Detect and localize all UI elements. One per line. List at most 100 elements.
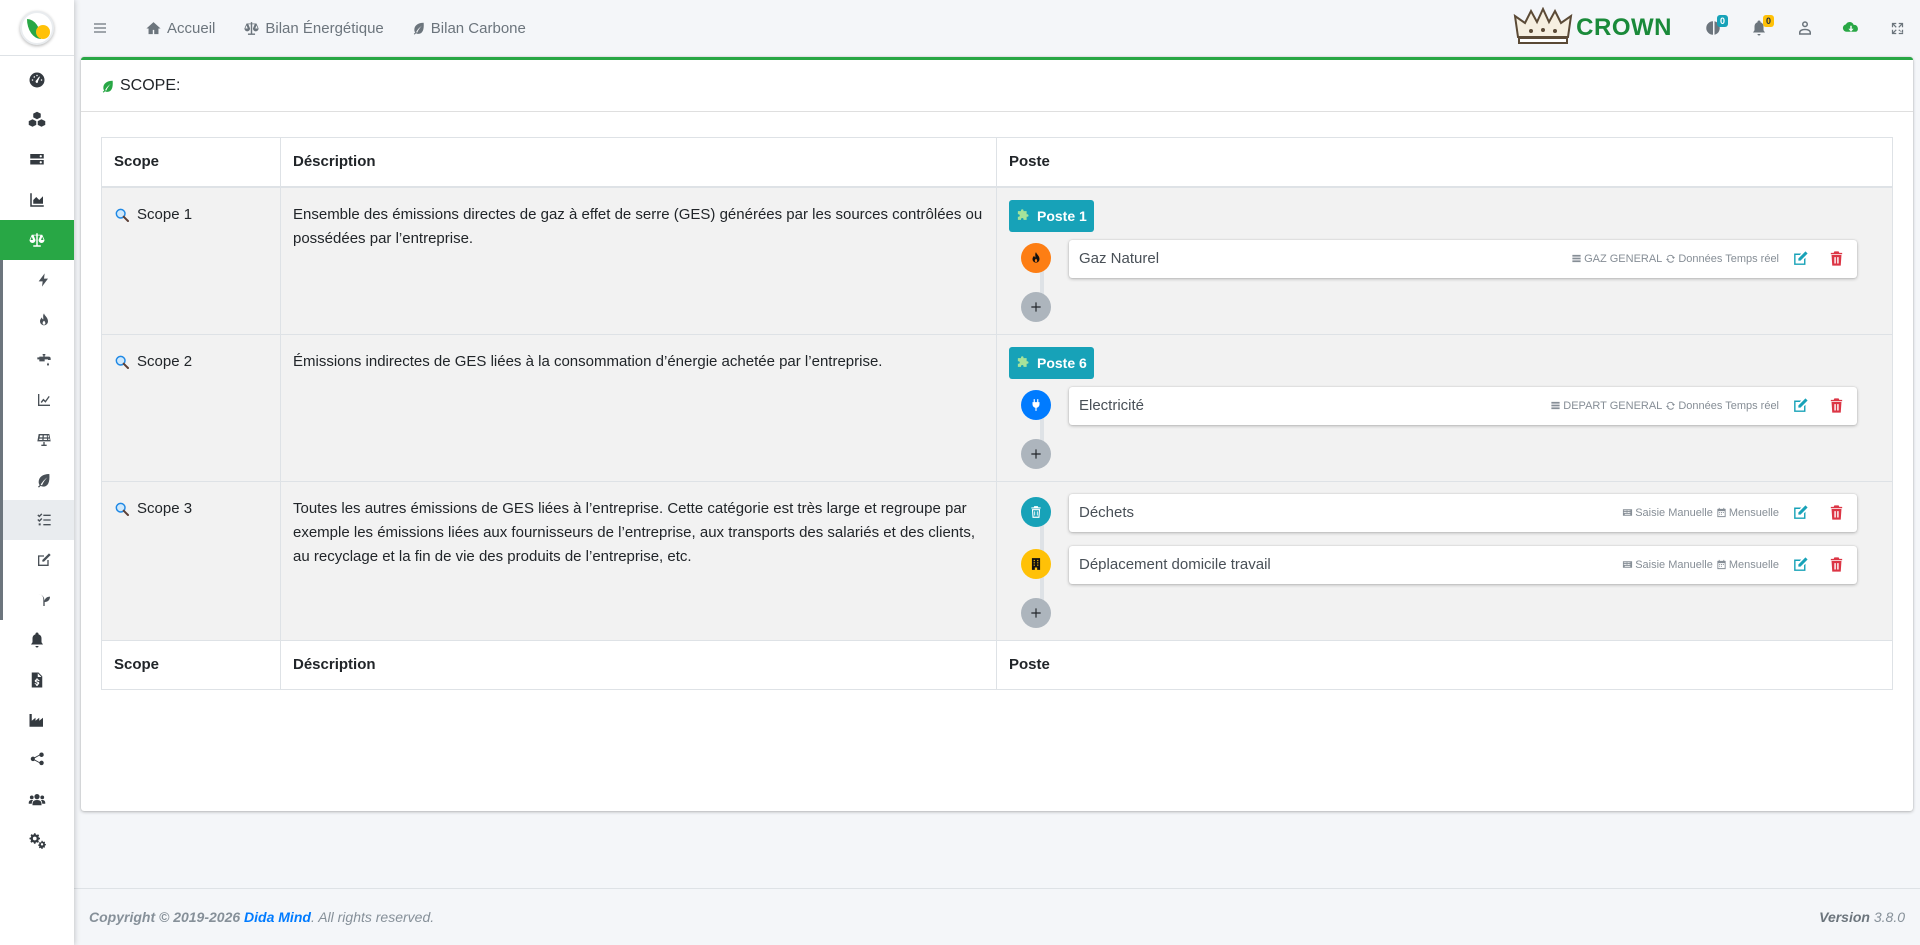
poste-cell: Poste 1 Gaz Naturel GAZ GENERAL Données … [996,186,1893,335]
download-button[interactable] [1828,0,1874,56]
frequency-tag: Données Temps réel [1665,247,1779,271]
poste-badge[interactable]: Poste 1 [1009,199,1094,232]
leaf-icon [412,21,426,35]
sidebar-item-share[interactable] [0,740,74,780]
scope-link[interactable]: Scope 3 [114,497,268,521]
add-source-button[interactable] [1021,597,1051,628]
edit-source-button[interactable] [1789,395,1811,417]
source-card[interactable]: Déchets Saisie Manuelle Mensuelle [1069,493,1857,532]
cloud-download-icon [1842,19,1860,37]
line-chart-icon [36,392,52,408]
poste-badge[interactable]: Poste 6 [1009,346,1094,379]
sidebar-subitem-water[interactable] [0,340,74,380]
source-card[interactable]: Déplacement domicile travail Saisie Manu… [1069,545,1857,584]
source-card[interactable]: Electricité DEPART GENERAL Données Temps… [1069,386,1857,425]
database-icon [1550,400,1561,411]
column-header-description[interactable]: Déscription [280,137,997,188]
column-header-scope[interactable]: Scope [101,137,281,188]
timeline-add-row [1021,597,1880,628]
timeline-add-row [1021,291,1880,322]
scope-cell: Scope 3 [101,480,281,641]
area-chart-icon [28,191,46,209]
frequency-label: Données Temps réel [1678,399,1779,412]
timeline-add-row [1021,438,1880,469]
sidebar-item-settings[interactable] [0,820,74,860]
sidebar-item-servers[interactable] [0,140,74,180]
poste-badge-label: Poste 6 [1037,354,1087,371]
source-name: Gaz Naturel [1079,249,1160,267]
copyright: Copyright © 2019-2026 Dida Mind. All rig… [89,909,434,925]
table-row: Scope 2 Émissions indirectes de GES liée… [101,333,1893,482]
meter-tag: DEPART GENERAL [1550,394,1662,418]
version-label: Version [1819,909,1870,925]
add-source-button[interactable] [1021,438,1051,469]
user-menu-button[interactable] [1782,0,1828,56]
delete-source-button[interactable] [1825,248,1847,270]
fullscreen-button[interactable] [1874,0,1920,56]
edit-icon [1792,397,1809,414]
trash-icon [1828,250,1845,267]
poste-timeline: Gaz Naturel GAZ GENERAL Données Temps ré… [1009,239,1880,322]
sidebar-item-invoices[interactable] [0,660,74,700]
edit-icon [1792,556,1809,573]
sidebar-subitem-electricity[interactable] [0,260,74,300]
nav-link-accueil[interactable]: Accueil [131,0,229,56]
delete-source-button[interactable] [1825,395,1847,417]
sidebar-item-dashboard[interactable] [0,60,74,100]
poste-badge-label: Poste 1 [1037,207,1087,224]
delete-source-button[interactable] [1825,554,1847,576]
notifications-button[interactable]: 0 [1736,0,1782,56]
top-navbar: Accueil Bilan Énergétique Bilan Carbone … [74,0,1920,56]
source-meta: GAZ GENERAL Données Temps réel [1568,247,1779,271]
footer-column-description: Déscription [280,639,997,690]
scope-card: SCOPE: Scope Déscription Poste Scope 1 E… [81,57,1913,811]
messages-button[interactable]: 0 [1690,0,1736,56]
delete-source-button[interactable] [1825,502,1847,524]
dashboard-gauge-icon [28,71,46,89]
sidebar-item-bilan[interactable] [0,220,74,260]
nav-link-bilan-energetique[interactable]: Bilan Énergétique [229,0,397,56]
sidebar-subitem-scopes[interactable] [0,500,74,540]
edit-source-button[interactable] [1789,554,1811,576]
user-icon [1796,19,1814,37]
sidebar-toggle-button[interactable] [74,0,131,56]
sidebar-item-sites[interactable] [0,700,74,740]
fire-icon [36,312,52,328]
sidebar-item-equipments[interactable] [0,100,74,140]
hamburger-menu-icon [92,20,108,36]
search-icon [114,207,130,223]
company-link[interactable]: Dida Mind [244,909,311,925]
edit-source-button[interactable] [1789,248,1811,270]
sidebar-subitem-sustainability[interactable] [0,580,74,620]
add-source-button[interactable] [1021,291,1051,322]
timeline-item: Gaz Naturel GAZ GENERAL Données Temps ré… [1021,239,1880,278]
sidebar-subitem-manual-entry[interactable] [0,540,74,580]
table-footer-row: Scope Déscription Poste [101,639,1893,690]
scope-label: Scope 2 [137,352,193,370]
sidebar-item-users[interactable] [0,780,74,820]
source-meta: Saisie Manuelle Mensuelle [1619,501,1779,525]
sidebar-subitem-solar[interactable] [0,420,74,460]
plus-icon [1029,300,1043,314]
sidebar-subitem-carbon[interactable] [0,460,74,500]
edit-icon [36,552,52,568]
scope-link[interactable]: Scope 1 [114,203,268,227]
sidebar-subitem-trends[interactable] [0,380,74,420]
source-card[interactable]: Gaz Naturel GAZ GENERAL Données Temps ré… [1069,239,1857,278]
sidebar-item-alerts[interactable] [0,620,74,660]
nav-link-bilan-carbone[interactable]: Bilan Carbone [398,0,540,56]
page-footer: Copyright © 2019-2026 Dida Mind. All rig… [74,888,1920,945]
timeline-marker [1021,496,1051,527]
sidebar-item-analytics[interactable] [0,180,74,220]
sidebar-subitem-gas[interactable] [0,300,74,340]
edit-source-button[interactable] [1789,502,1811,524]
industry-icon [28,711,46,729]
scope-link[interactable]: Scope 2 [114,350,268,374]
poste-cell: Déchets Saisie Manuelle Mensuelle Déplac… [996,480,1893,641]
trash-icon [1828,397,1845,414]
notifications-badge: 0 [1762,15,1774,27]
brand-logo-link[interactable] [0,0,74,56]
copyright-prefix: Copyright © 2019-2026 [89,909,245,925]
scope-table: Scope Déscription Poste Scope 1 Ensemble… [101,137,1893,690]
column-header-poste[interactable]: Poste [996,137,1893,188]
